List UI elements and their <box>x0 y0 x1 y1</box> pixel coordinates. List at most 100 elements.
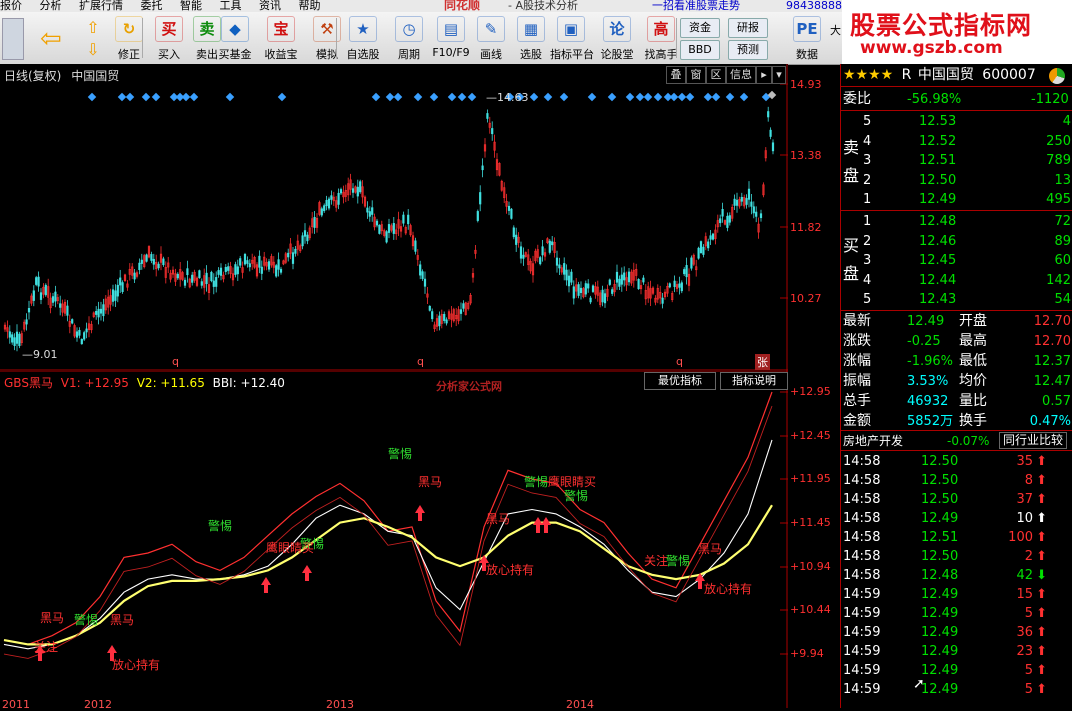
toolbar-button[interactable]: PE 数据 <box>786 16 828 62</box>
toolbar-button[interactable]: 买买入 <box>148 16 190 62</box>
collapse-icon[interactable]: ▸ <box>756 66 772 84</box>
toolbar-button[interactable]: ▣ 指标平台 <box>550 16 594 62</box>
toolbar-divider <box>336 18 337 58</box>
info-tab[interactable]: 信息 <box>726 66 756 84</box>
overlay-tab[interactable]: 叠 <box>666 66 686 84</box>
research-button[interactable]: 研报 <box>728 18 768 38</box>
menu-item[interactable]: 帮助 <box>299 0 321 12</box>
ask-price[interactable]: 12.50 <box>919 171 956 190</box>
range-tab[interactable]: 区 <box>706 66 726 84</box>
chevron-down-icon[interactable]: ▾ <box>772 66 786 84</box>
sector-change: -0.07% <box>947 434 990 448</box>
bid-price[interactable]: 12.46 <box>919 232 956 251</box>
toolbar-button[interactable]: ↻ 修正 <box>108 16 150 62</box>
limit-up-marker: 张 <box>755 354 770 370</box>
candle-body <box>323 205 326 212</box>
menu-item[interactable]: 扩展行情 <box>79 0 123 12</box>
candle-body <box>54 291 57 302</box>
stat-value: -0.25 <box>907 334 941 349</box>
bbd-button[interactable]: BBD <box>680 40 720 60</box>
candle-body <box>140 259 143 264</box>
chart-marker: q <box>172 355 179 368</box>
candle-body <box>519 246 523 259</box>
r-tag: R <box>901 67 912 83</box>
tick-time: 14:59 <box>843 587 881 602</box>
window-tab[interactable]: 窗 <box>686 66 706 84</box>
tick-time: 14:58 <box>843 530 881 545</box>
up-arrow-icon: ⬆ <box>1036 625 1047 640</box>
forecast-button[interactable]: 预测 <box>728 40 768 60</box>
candle-body <box>215 277 218 287</box>
signal-annotation: 放心持有 <box>112 658 161 672</box>
candle-body <box>183 279 187 286</box>
price-axis-label: 10.27 <box>790 292 822 305</box>
candle-body <box>570 271 573 283</box>
down-arrow-icon[interactable]: ⇩ <box>82 40 104 59</box>
toolbar-button[interactable]: 宝收益宝 <box>260 16 302 62</box>
pie-icon[interactable] <box>1049 68 1065 84</box>
signal-annotation: 警惕 <box>666 554 691 568</box>
ask-price[interactable]: 12.51 <box>919 151 956 170</box>
best-indicator-button[interactable]: 最优指标 <box>644 372 716 390</box>
menu-item[interactable]: 智能 <box>180 0 202 12</box>
menu-item[interactable]: 委托 <box>141 0 163 12</box>
toolbar-button[interactable]: ◆ 买基金 <box>214 16 256 62</box>
candle-body <box>327 198 331 209</box>
industry-compare-button[interactable]: 同行业比较 <box>999 432 1068 449</box>
up-arrow-icon: ⬆ <box>1036 549 1047 564</box>
signal-annotation: 鹰眼睛买 <box>266 541 315 555</box>
candle-body <box>563 263 566 275</box>
candle-body <box>419 264 422 276</box>
candle-body <box>539 257 542 265</box>
sector-name[interactable]: 房地产开发 <box>843 432 903 451</box>
mouse-cursor-icon: ➚ <box>913 676 925 692</box>
menu-item[interactable]: 资讯 <box>259 0 281 12</box>
stat-value: 12.70 <box>1033 314 1071 329</box>
ask-price[interactable]: 12.53 <box>919 112 956 131</box>
toolbar-overflow[interactable]: 大 <box>830 22 841 38</box>
toolbar-button[interactable]: ▤ F10/F9 <box>430 16 472 62</box>
kline-chart[interactable] <box>0 64 788 371</box>
window-icon[interactable] <box>2 18 24 60</box>
toolbar-divider <box>142 18 143 58</box>
stat-label: 涨跌 <box>843 333 871 349</box>
ask-lv: 1 <box>863 192 872 208</box>
tick-volume: 15 <box>1016 587 1033 602</box>
menu-item[interactable]: 分析 <box>40 0 62 12</box>
slogan-link[interactable]: 一招看准股票走势 <box>652 0 740 12</box>
menu-item[interactable]: 报价 <box>0 0 22 12</box>
signal-annotation: 放心持有 <box>486 563 535 577</box>
indicator-help-button[interactable]: 指标说明 <box>720 372 788 390</box>
menu-item[interactable]: 工具 <box>220 0 242 12</box>
bid-price[interactable]: 12.48 <box>919 212 956 231</box>
back-arrow-icon[interactable]: ⇦ <box>40 26 68 52</box>
stat-label: 最新 <box>843 313 871 329</box>
ask-price[interactable]: 12.52 <box>919 132 956 151</box>
chart-marker: q <box>676 355 683 368</box>
candle-body <box>584 283 587 295</box>
candle-body <box>275 265 278 277</box>
bid-lv: 3 <box>863 253 872 269</box>
candle-body <box>407 214 410 225</box>
up-arrow-icon: ⬆ <box>1036 606 1047 621</box>
bid-price[interactable]: 12.44 <box>919 271 956 290</box>
toolbar-button[interactable]: ▦ 选股 <box>510 16 552 62</box>
fund-button[interactable]: 资金 <box>680 18 720 38</box>
toolbar-icon: ★ <box>349 16 377 42</box>
toolbar-button[interactable]: 论论股堂 <box>596 16 638 62</box>
candle-body <box>728 215 731 223</box>
stat-label: 量比 <box>959 393 987 409</box>
up-arrow-icon[interactable]: ⇧ <box>82 18 104 37</box>
stat-value: 12.49 <box>907 314 945 329</box>
price-axis-label: 11.82 <box>790 221 822 234</box>
ask-price[interactable]: 12.49 <box>919 190 956 209</box>
bid-price[interactable]: 12.43 <box>919 290 956 309</box>
toolbar-button[interactable]: ✎ 画线 <box>470 16 512 62</box>
candle-body <box>162 258 165 266</box>
stat-value: -1.96% <box>907 354 953 369</box>
up-arrow-icon: ⬆ <box>1036 530 1047 545</box>
tick-price: 12.49 <box>921 587 959 602</box>
toolbar-button[interactable]: ★ 自选股 <box>342 16 384 62</box>
bid-price[interactable]: 12.45 <box>919 251 956 270</box>
toolbar-button[interactable]: ◷ 周期 <box>388 16 430 62</box>
